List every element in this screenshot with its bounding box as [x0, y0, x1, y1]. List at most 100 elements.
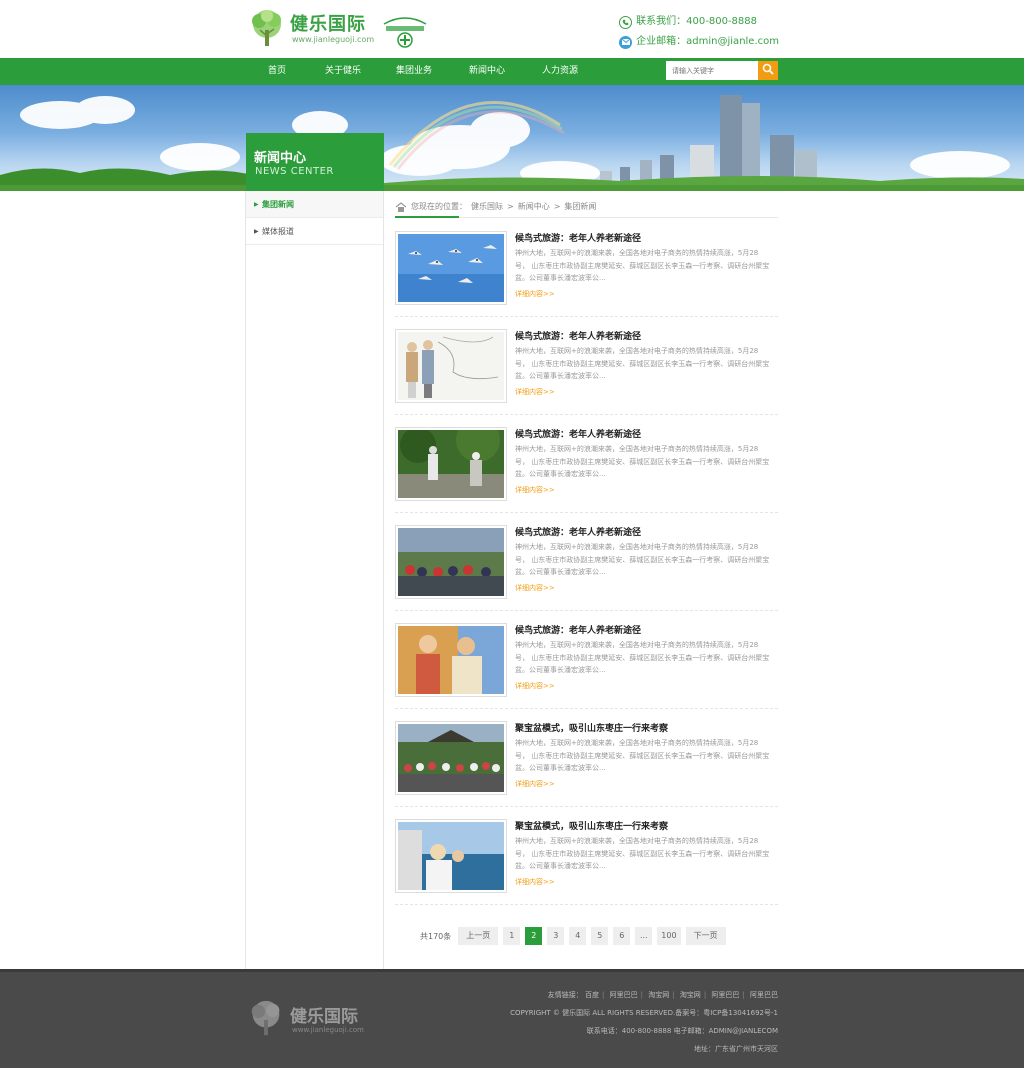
news-description: 神州大地，互联网+的浪潮来袭，全国各地对电子商务的热情持续高涨，5月28号， 山… — [515, 543, 770, 576]
phone-label[interactable]: 联系我们：400-800-8888 — [636, 12, 757, 32]
page-button-5[interactable]: 5 — [591, 927, 609, 945]
news-title[interactable]: 聚宝盆模式，吸引山东枣庄一行来考察 — [515, 819, 668, 832]
main-nav: 首页 关于健乐 集团业务 新闻中心 人力资源 — [0, 58, 1024, 85]
copyright: COPYRIGHT © 健乐国际 ALL RIGHTS RESERVED.备案号… — [510, 1009, 778, 1017]
news-thumbnail[interactable] — [395, 721, 507, 795]
news-title[interactable]: 候鸟式旅游：老年人养老新途径 — [515, 623, 641, 636]
nav-item-home[interactable]: 首页 — [246, 58, 308, 85]
news-title[interactable]: 候鸟式旅游：老年人养老新途径 — [515, 231, 641, 244]
news-thumbnail[interactable] — [395, 231, 507, 305]
news-title[interactable]: 候鸟式旅游：老年人养老新途径 — [515, 329, 641, 342]
phone-row: 联系我们：400-800-8888 — [619, 12, 779, 32]
news-more-link[interactable]: 详细内容>> — [515, 485, 555, 495]
page-button-1[interactable]: 1 — [503, 927, 521, 945]
pagination-total: 共170条 — [420, 931, 452, 941]
news-more-link[interactable]: 详细内容>> — [515, 681, 555, 691]
news-item: 候鸟式旅游：老年人养老新途径 神州大地，互联网+的浪潮来袭，全国各地对电子商务的… — [395, 611, 778, 709]
sidebar-item-label: 集团新闻 — [262, 200, 294, 209]
arrow-icon: ▶ — [254, 201, 259, 208]
footer-info: 友情链接： 百度 | 阿里巴巴 | 淘宝网 | 淘宝网 | 阿里巴巴 | 阿里巴巴 COP… — [510, 986, 778, 1058]
site-footer: 健乐国际 www.jianleguoji.com 友情链接： 百度 | 阿里巴巴 |… — [0, 969, 1024, 1068]
news-description: 神州大地，互联网+的浪潮来袭，全国各地对电子商务的热情持续高涨，5月28号， 山… — [515, 837, 770, 870]
news-thumbnail[interactable] — [395, 623, 507, 697]
breadcrumb: 您现在的位置： 健乐国际 > 新闻中心 > 集团新闻 — [395, 196, 778, 218]
home-icon — [395, 201, 407, 212]
nav-item-about[interactable]: 关于健乐 — [308, 58, 378, 85]
news-description: 神州大地，互联网+的浪潮来袭，全国各地对电子商务的热情持续高涨，5月28号， 山… — [515, 445, 770, 478]
site-logo[interactable]: 健乐国际 www.jianleguoji.com — [246, 8, 376, 50]
news-title[interactable]: 聚宝盆模式，吸引山东枣庄一行来考察 — [515, 721, 668, 734]
news-thumbnail[interactable] — [395, 819, 507, 893]
news-item: 候鸟式旅游：老年人养老新途径 神州大地，互联网+的浪潮来袭，全国各地对电子商务的… — [395, 415, 778, 513]
news-title[interactable]: 候鸟式旅游：老年人养老新途径 — [515, 427, 641, 440]
nav-item-news[interactable]: 新闻中心 — [450, 58, 524, 85]
breadcrumb-current: 集团新闻 — [564, 202, 597, 211]
page-button-4[interactable]: 4 — [569, 927, 587, 945]
section-subtitle: NEWS CENTER — [255, 166, 334, 177]
nav-item-business[interactable]: 集团业务 — [378, 58, 450, 85]
partner-logo-icon — [383, 17, 427, 48]
page-button-100[interactable]: 100 — [657, 927, 681, 945]
pagination: 共170条 上一页 1 2 3 4 5 6 ... 100 下一页 — [420, 926, 726, 946]
friend-links: 友情链接： 百度 | 阿里巴巴 | 淘宝网 | 淘宝网 | 阿里巴巴 | 阿里巴巴 — [547, 991, 778, 999]
prev-page-button[interactable]: 上一页 — [458, 927, 499, 945]
news-title[interactable]: 候鸟式旅游：老年人养老新途径 — [515, 525, 641, 538]
breadcrumb-separator: > — [507, 202, 514, 211]
sidebar-item-media[interactable]: ▶ 媒体报道 — [246, 218, 383, 245]
footer-logo[interactable]: 健乐国际 www.jianleguoji.com — [246, 999, 376, 1039]
nav-items: 首页 关于健乐 集团业务 新闻中心 人力资源 — [246, 58, 596, 85]
arrow-icon: ▶ — [254, 228, 259, 235]
search-input[interactable] — [666, 61, 758, 80]
tree-logo-icon — [252, 10, 281, 46]
contact-info: 联系我们：400-800-8888 企业邮箱：admin@jianle.com — [619, 12, 779, 52]
news-item: 聚宝盆模式，吸引山东枣庄一行来考察 神州大地，互联网+的浪潮来袭，全国各地对电子… — [395, 807, 778, 905]
breadcrumb-separator: > — [553, 202, 561, 211]
page-ellipsis: ... — [635, 927, 653, 945]
logo-url: www.jianleguoji.com — [292, 35, 375, 44]
email-row: 企业邮箱：admin@jianle.com — [619, 32, 779, 52]
breadcrumb-home[interactable]: 健乐国际 — [471, 201, 503, 212]
breadcrumb-prefix: 您现在的位置： — [411, 202, 467, 211]
news-more-link[interactable]: 详细内容>> — [515, 289, 555, 299]
news-more-link[interactable]: 详细内容>> — [515, 779, 555, 789]
sidebar: ▶ 集团新闻 ▶ 媒体报道 — [245, 191, 384, 969]
news-thumbnail[interactable] — [395, 329, 507, 403]
friend-links-label: 友情链接： — [547, 991, 583, 999]
page-button-3[interactable]: 3 — [547, 927, 565, 945]
friend-link[interactable]: 阿里巴巴 — [610, 991, 638, 999]
footer-contact: 联系电话：400-800-8888 电子邮箱：ADMIN@JIANLECOM — [586, 1027, 778, 1035]
search-button[interactable] — [758, 61, 778, 80]
friend-link[interactable]: 淘宝网 — [648, 991, 669, 999]
email-label[interactable]: 企业邮箱：admin@jianle.com — [636, 32, 779, 52]
news-more-link[interactable]: 详细内容>> — [515, 583, 555, 593]
news-more-link[interactable]: 详细内容>> — [515, 387, 555, 397]
news-description: 神州大地，互联网+的浪潮来袭，全国各地对电子商务的热情持续高涨，5月28号， 山… — [515, 249, 770, 282]
sidebar-item-group-news[interactable]: ▶ 集团新闻 — [246, 191, 383, 218]
friend-link[interactable]: 阿里巴巴 — [711, 991, 739, 999]
footer-logo-name: 健乐国际 — [290, 1007, 358, 1027]
friend-link[interactable]: 阿里巴巴 — [750, 991, 778, 999]
news-description: 神州大地，互联网+的浪潮来袭，全国各地对电子商务的热情持续高涨，5月28号， 山… — [515, 641, 770, 674]
footer-logo-url: www.jianleguoji.com — [292, 1026, 364, 1034]
news-thumbnail[interactable] — [395, 525, 507, 599]
search-icon — [762, 63, 774, 75]
news-thumbnail[interactable] — [395, 427, 507, 501]
news-item: 聚宝盆模式，吸引山东枣庄一行来考察 神州大地，互联网+的浪潮来袭，全国各地对电子… — [395, 709, 778, 807]
next-page-button[interactable]: 下一页 — [685, 927, 726, 945]
page-button-6[interactable]: 6 — [613, 927, 631, 945]
friend-link[interactable]: 淘宝网 — [680, 991, 701, 999]
section-title: 新闻中心 — [254, 151, 307, 166]
nav-item-hr[interactable]: 人力资源 — [524, 58, 596, 85]
news-description: 神州大地，互联网+的浪潮来袭，全国各地对电子商务的热情持续高涨，5月28号， 山… — [515, 347, 770, 380]
breadcrumb-news-center[interactable]: 新闻中心 — [518, 201, 550, 212]
page-button-2[interactable]: 2 — [525, 927, 543, 945]
search-box — [666, 61, 778, 80]
friend-link[interactable]: 百度 — [585, 991, 599, 999]
sidebar-item-label: 媒体报道 — [262, 227, 294, 236]
site-header: 健乐国际 www.jianleguoji.com 联系我们：400-800-88… — [0, 0, 1024, 58]
section-title-box: 新闻中心 NEWS CENTER — [246, 133, 384, 191]
banner-image — [0, 85, 1024, 191]
logo-name: 健乐国际 — [290, 14, 366, 35]
news-item: 候鸟式旅游：老年人养老新途径 神州大地，互联网+的浪潮来袭，全国各地对电子商务的… — [395, 317, 778, 415]
news-more-link[interactable]: 详细内容>> — [515, 877, 555, 887]
